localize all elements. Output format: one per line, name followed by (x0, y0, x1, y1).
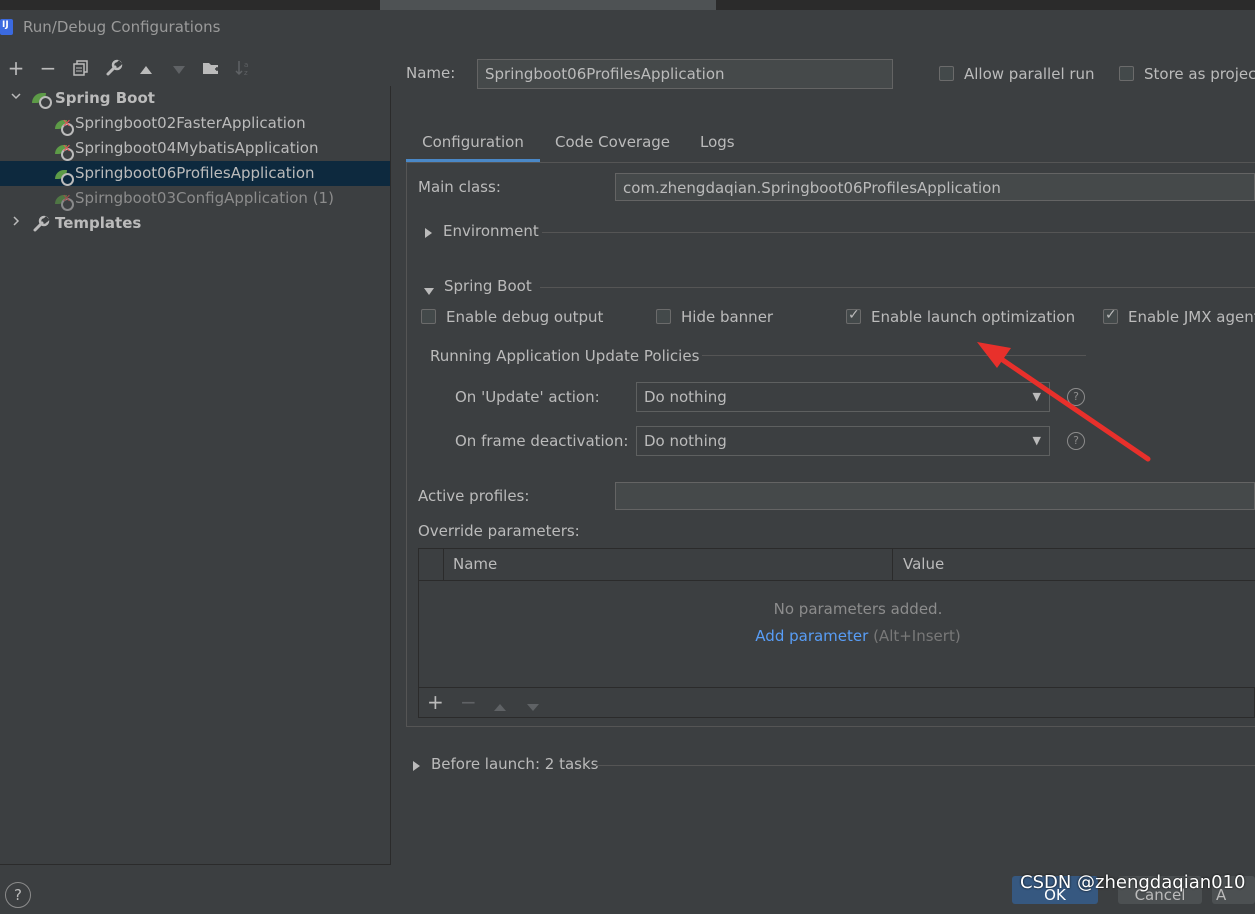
add-parameter-link[interactable]: Add parameter (755, 627, 868, 645)
name-label: Name: (406, 64, 456, 82)
tree-group-label: Templates (55, 214, 142, 232)
svg-text:z: z (244, 69, 248, 77)
environment-section-toggle[interactable]: Environment (443, 222, 539, 240)
spring-boot-config-icon (55, 166, 74, 186)
tab-configuration[interactable]: Configuration (406, 126, 540, 162)
store-as-project-checkbox[interactable] (1119, 66, 1134, 81)
tree-item-label: Springboot06ProfilesApplication (75, 164, 315, 182)
tree-group-templates[interactable]: Templates (0, 211, 390, 236)
tree-item[interactable]: ✕ Springboot04MybatisApplication (0, 136, 390, 161)
error-x-icon: ✕ (62, 142, 72, 155)
column-header-value[interactable]: Value (903, 555, 944, 573)
tree-item-label: Springboot04MybatisApplication (75, 139, 319, 157)
active-profiles-field[interactable] (615, 482, 1255, 510)
dialog-title: Run/Debug Configurations (23, 18, 221, 36)
copy-icon[interactable] (70, 56, 92, 80)
plus-icon[interactable]: + (427, 690, 444, 714)
update-action-value: Do nothing (644, 388, 727, 406)
error-x-icon: ✕ (62, 192, 72, 205)
wrench-icon[interactable] (103, 56, 125, 80)
spring-boot-config-icon: ✕ (55, 191, 74, 211)
enable-launch-optimization-label: Enable launch optimization (871, 308, 1076, 326)
configuration-tree: Spring Boot ✕ Springboot02FasterApplicat… (0, 86, 391, 865)
triangle-down-icon[interactable] (168, 56, 190, 80)
tab-bar: Configuration Code Coverage Logs (406, 126, 1255, 163)
tree-item[interactable]: ✕ Springboot02FasterApplication (0, 111, 390, 136)
triangle-down-icon[interactable] (526, 698, 540, 716)
enable-debug-output-label: Enable debug output (446, 308, 604, 326)
frame-deactivation-value: Do nothing (644, 432, 727, 450)
main-class-label: Main class: (418, 178, 501, 196)
wrench-icon (32, 215, 50, 232)
tree-group-label: Spring Boot (55, 89, 155, 107)
help-button[interactable]: ? (5, 882, 31, 908)
error-x-icon: ✕ (62, 117, 72, 130)
spring-boot-config-icon: ✕ (55, 141, 74, 161)
store-as-project-label: Store as projec (1144, 65, 1255, 83)
empty-text: No parameters added. (773, 600, 943, 618)
spring-boot-icon (32, 91, 52, 109)
enable-jmx-agent-checkbox[interactable] (1103, 307, 1118, 324)
table-toolbar: + − (419, 687, 1255, 718)
tree-item-label: Springboot02FasterApplication (75, 114, 306, 132)
triangle-right-icon[interactable] (412, 758, 421, 776)
svg-text:a: a (244, 61, 248, 69)
triangle-up-icon[interactable] (135, 56, 157, 80)
override-parameters-label: Override parameters: (418, 522, 580, 540)
tab-logs[interactable]: Logs (700, 126, 735, 162)
tree-item-label: Spirngboot03ConfigApplication (1) (75, 189, 334, 207)
enable-debug-output-checkbox[interactable] (421, 309, 436, 324)
plus-icon[interactable]: + (5, 56, 27, 80)
tree-item-selected[interactable]: Springboot06ProfilesApplication (0, 161, 390, 186)
ide-background-tabs (0, 0, 1255, 10)
tree-item[interactable]: ✕ Spirngboot03ConfigApplication (1) (0, 186, 390, 211)
spring-boot-section-toggle[interactable]: Spring Boot (444, 277, 532, 295)
folder-icon[interactable] (200, 56, 222, 80)
separator (542, 232, 1255, 233)
triangle-up-icon[interactable] (493, 698, 507, 716)
chevron-down-icon[interactable] (10, 86, 22, 111)
hide-banner-label: Hide banner (681, 308, 774, 326)
hide-banner-checkbox[interactable] (656, 309, 671, 324)
enable-launch-optimization-checkbox[interactable] (846, 307, 861, 324)
add-parameter-hint: (Alt+Insert) (873, 627, 961, 645)
override-parameters-table: Name Value No parameters added. Add para… (418, 548, 1255, 718)
frame-deactivation-label: On frame deactivation: (455, 432, 629, 450)
enable-jmx-agent-label: Enable JMX agent (1128, 308, 1255, 326)
main-class-field[interactable]: com.zhengdaqian.Springboot06ProfilesAppl… (615, 173, 1255, 201)
tree-group-spring-boot[interactable]: Spring Boot (0, 86, 390, 111)
separator (540, 287, 1255, 288)
intellij-logo-icon (0, 19, 13, 35)
annotation-arrow-icon (977, 342, 1151, 462)
sort-icon[interactable]: az (233, 56, 255, 80)
before-launch-toggle[interactable]: Before launch: 2 tasks (431, 755, 598, 773)
active-profiles-label: Active profiles: (418, 487, 530, 505)
table-header: Name Value (419, 549, 1255, 581)
chevron-right-icon[interactable] (10, 211, 22, 236)
triangle-right-icon[interactable] (424, 225, 433, 243)
minus-icon[interactable]: − (37, 56, 59, 80)
name-field[interactable]: Springboot06ProfilesApplication (477, 59, 893, 89)
column-header-name[interactable]: Name (453, 555, 497, 573)
allow-parallel-label: Allow parallel run (964, 65, 1095, 83)
triangle-down-icon[interactable] (423, 282, 435, 300)
update-action-label: On 'Update' action: (455, 388, 600, 406)
table-body: No parameters added. Add parameter (Alt+… (419, 581, 1255, 687)
minus-icon[interactable]: − (460, 690, 477, 714)
tab-code-coverage[interactable]: Code Coverage (555, 126, 670, 162)
spring-boot-config-icon: ✕ (55, 116, 74, 136)
separator (596, 765, 1255, 766)
watermark: CSDN @zhengdaqian010 (1020, 872, 1246, 893)
allow-parallel-checkbox[interactable] (939, 66, 954, 81)
update-policies-title: Running Application Update Policies (430, 347, 700, 365)
